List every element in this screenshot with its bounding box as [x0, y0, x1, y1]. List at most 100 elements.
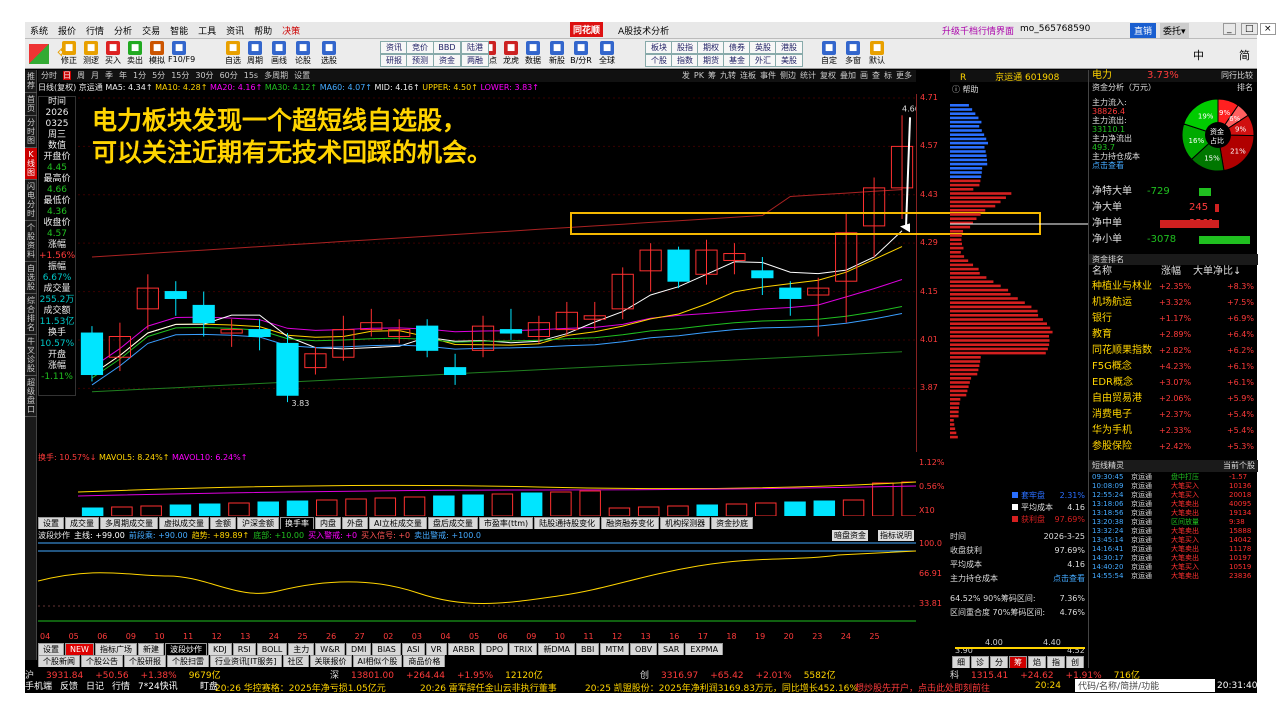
ticker-news-3[interactable]: 想炒股先开户，点击此处即刻前往 — [855, 681, 990, 694]
chart-tool-2[interactable]: 筹 — [708, 71, 716, 80]
vtab-7[interactable]: 综合排名 — [25, 294, 37, 335]
quick-9-button[interactable]: 港股 — [775, 41, 803, 54]
sector-row[interactable]: 自由贸易港 +2.06% +5.9% — [1089, 391, 1258, 407]
trade-row[interactable]: 13:18:06 京运通 大笔卖出 40095 — [1089, 500, 1258, 509]
chart-tool-8[interactable]: 复权 — [820, 71, 836, 80]
period-8[interactable]: 15分 — [171, 71, 189, 80]
bottom-tab-19[interactable]: MTM — [600, 643, 630, 655]
trade-row[interactable]: 13:18:56 京运通 大笔卖出 19134 — [1089, 509, 1258, 518]
period-10[interactable]: 60分 — [220, 71, 238, 80]
bottom-tab-3[interactable]: 新建 — [137, 643, 164, 655]
flow-value[interactable]: 点击查看 — [1092, 161, 1140, 170]
right-tool-zh[interactable]: 中 — [1193, 47, 1204, 63]
rank-button[interactable]: 排名 — [1237, 82, 1253, 94]
candle-body[interactable] — [276, 342, 299, 396]
info-tab-0[interactable]: 个股新闻 — [38, 655, 80, 667]
bottom-tab-7[interactable]: BOLL — [256, 643, 288, 655]
quick-b1-button[interactable]: 预测 — [406, 54, 434, 67]
indicator-tab-9[interactable]: AI立桩成交量 — [369, 517, 427, 529]
compare-button[interactable]: 同行比较 — [1221, 70, 1253, 82]
globe-tool[interactable]: ■ 全球 — [596, 40, 618, 68]
chart-tool-7[interactable]: 统计 — [800, 71, 816, 80]
indicator-tab-14[interactable]: 机构探测器 — [660, 517, 711, 529]
vtab-0[interactable]: 推荐 — [25, 70, 37, 93]
bottom-tab-14[interactable]: ARBR — [447, 643, 480, 655]
info-tab-5[interactable]: 社区 — [282, 655, 309, 667]
quick-6-button[interactable]: 期权 — [697, 41, 725, 54]
select-tool[interactable]: ■ 选股 — [318, 40, 340, 68]
menu-analysis[interactable]: 分析 — [109, 22, 137, 39]
chip-stock-name[interactable]: 京运通 — [995, 73, 1022, 83]
bottom-tab-12[interactable]: ASI — [401, 643, 425, 655]
sector-col-net[interactable]: 大单净比↓ — [1193, 265, 1241, 279]
menu-news[interactable]: 资讯 — [221, 22, 249, 39]
info-tab-2[interactable]: 个股研报 — [124, 655, 166, 667]
bottom-tab-13[interactable]: VR — [425, 643, 447, 655]
quick-0-button[interactable]: 资讯 — [380, 41, 408, 54]
right-tool-jian[interactable]: 简 — [1239, 47, 1250, 63]
menu-decision[interactable]: 决策 — [277, 22, 305, 39]
user-name[interactable]: mo_565768590 — [1015, 22, 1095, 36]
info-tab-3[interactable]: 个股扫雷 — [167, 655, 209, 667]
data-tool[interactable]: ■ 数据 — [522, 40, 544, 68]
entrust-button[interactable]: 委托▾ — [1160, 23, 1189, 38]
bottom-tab-1[interactable]: NEW — [65, 643, 94, 655]
indicator-tab-15[interactable]: 资金抄底 — [711, 517, 754, 529]
chart-tool-0[interactable]: 发 — [682, 71, 690, 80]
quick-b8-button[interactable]: 外汇 — [749, 54, 777, 67]
chart-tool-10[interactable]: 画 — [860, 71, 868, 80]
dragon-tool[interactable]: ■ 龙虎 — [500, 40, 522, 68]
bottom-tab-5[interactable]: KDJ — [207, 643, 232, 655]
menu-help[interactable]: 帮助 — [249, 22, 277, 39]
bottom-tab-22[interactable]: EXPMA — [685, 643, 724, 655]
sector-row[interactable]: 教育 +2.89% +6.4% — [1089, 327, 1258, 343]
bottom-tab-8[interactable]: 主力 — [288, 643, 315, 655]
period-12[interactable]: 多周期 — [264, 71, 288, 80]
quick-b9-button[interactable]: 美股 — [775, 54, 803, 67]
quick-1-button[interactable]: 竞价 — [406, 41, 434, 54]
trade-row[interactable]: 14:40:20 京运通 大笔买入 10519 — [1089, 563, 1258, 572]
bottom-tab-18[interactable]: BBI — [575, 643, 600, 655]
indicator-help-button[interactable]: 指标说明 — [878, 530, 914, 541]
candle-body[interactable] — [416, 325, 439, 351]
bfr-tool[interactable]: ■ B/分R — [570, 40, 592, 68]
candle-body[interactable] — [80, 332, 104, 376]
info-tab-7[interactable]: AI相似个股 — [352, 655, 403, 667]
info-tab-6[interactable]: 关联报价 — [309, 655, 352, 667]
quick-2-button[interactable]: BBD — [433, 41, 461, 54]
vtab-5[interactable]: 个股资料 — [25, 221, 37, 262]
quick-b0-button[interactable]: 研报 — [380, 54, 408, 67]
quick-b7-button[interactable]: 基金 — [723, 54, 751, 67]
minimize-icon[interactable]: _ — [1223, 23, 1236, 35]
info-tab-8[interactable]: 商品价格 — [403, 655, 446, 667]
ticker-tab-0[interactable]: 手机端 — [25, 679, 52, 692]
indicator-tab-2[interactable]: 多周期成交量 — [100, 517, 158, 529]
upgrade-link[interactable]: 升级千档行情界面 — [937, 22, 1019, 39]
indicator-tab-11[interactable]: 市盈率(ttm) — [478, 517, 534, 529]
vtab-4[interactable]: 闪电分时 — [25, 180, 37, 221]
ticker-tab-3[interactable]: 行情 — [112, 679, 130, 692]
menu-trade[interactable]: 交易 — [137, 22, 165, 39]
sell-tool[interactable]: ■ 卖出 — [124, 40, 146, 68]
indicator-tab-13[interactable]: 融资融券变化 — [601, 517, 660, 529]
trade-row[interactable]: 13:20:38 京运通 区间放量 9:38 — [1089, 518, 1258, 527]
trade-row[interactable]: 10:08:09 京运通 大笔买入 10136 — [1089, 482, 1258, 491]
period-13[interactable]: 设置 — [294, 71, 310, 80]
vtab-6[interactable]: 自选股 — [25, 262, 37, 294]
sector-row[interactable]: 银行 +1.17% +6.9% — [1089, 311, 1258, 327]
trade-row[interactable]: 14:30:17 京运通 大笔卖出 10197 — [1089, 554, 1258, 563]
trade-row[interactable]: 14:55:54 京运通 大笔卖出 23836 — [1089, 572, 1258, 581]
sector-row[interactable]: 机场航运 +3.32% +7.5% — [1089, 295, 1258, 311]
period-5[interactable]: 年 — [119, 71, 127, 80]
indicator-tab-10[interactable]: 盘后成交量 — [427, 517, 478, 529]
custom-tool[interactable]: ■ 自定 — [818, 40, 840, 68]
sector-row[interactable]: 同花顺果指数 +2.82% +6.2% — [1089, 343, 1258, 359]
sector-row[interactable]: 华为手机 +2.33% +5.4% — [1089, 423, 1258, 439]
trade-row[interactable]: 13:45:14 京运通 大笔买入 14042 — [1089, 536, 1258, 545]
close-icon[interactable]: × — [1260, 23, 1276, 35]
indicator-tab-0[interactable]: 设置 — [38, 517, 64, 529]
indicator-chart[interactable] — [38, 541, 916, 631]
forum-tool[interactable]: ■ 论股 — [292, 40, 314, 68]
bottom-tab-11[interactable]: BIAS — [372, 643, 401, 655]
trade-row[interactable]: 14:16:41 京运通 大笔卖出 11178 — [1089, 545, 1258, 554]
